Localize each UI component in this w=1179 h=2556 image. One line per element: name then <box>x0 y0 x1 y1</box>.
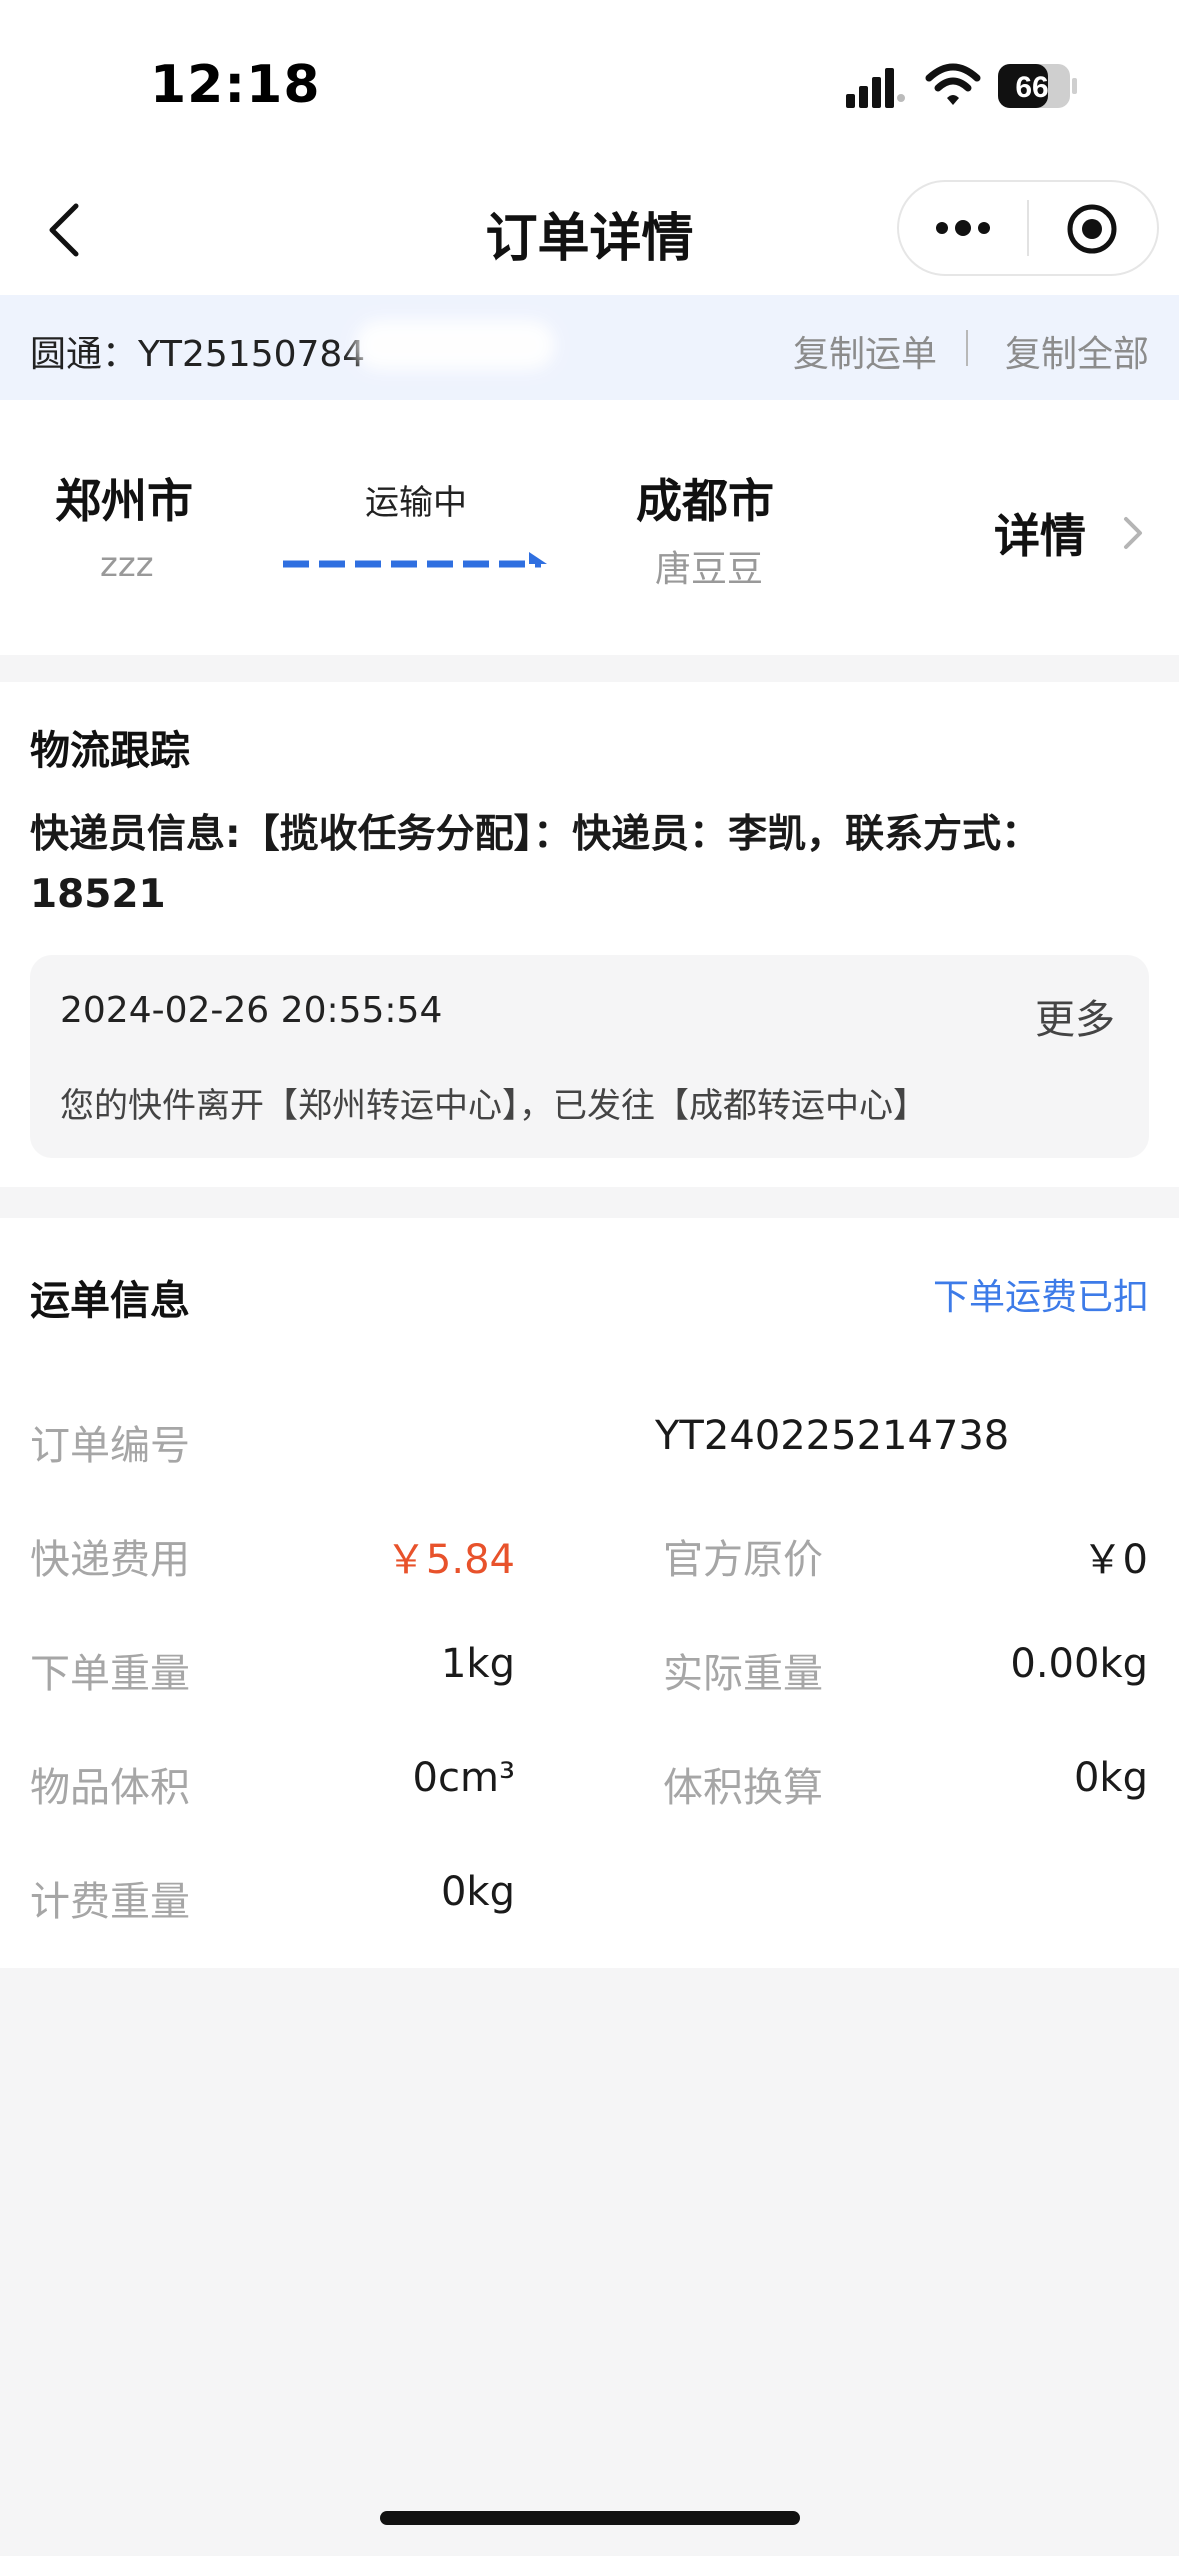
sender-name: zzz <box>100 545 154 585</box>
battery-icon: 66 <box>998 64 1077 108</box>
more-icon[interactable] <box>932 206 994 250</box>
latest-event-box[interactable] <box>30 955 1149 1158</box>
carrier-tracking-number: 圆通：YT25150784 <box>30 334 366 375</box>
volume-conversion-label: 体积换算 <box>663 1765 823 1811</box>
original-price-value: ￥0 <box>1082 1537 1148 1583</box>
status-time: 12:18 <box>150 55 321 115</box>
copy-all-button[interactable]: 复制全部 <box>1005 325 1149 377</box>
route-detail-link[interactable]: 详情 <box>994 500 1086 566</box>
close-target-icon[interactable] <box>1065 202 1119 256</box>
wifi-icon <box>925 63 981 105</box>
home-indicator[interactable] <box>380 2511 800 2525</box>
volume-conversion-value: 0kg <box>1073 1755 1148 1801</box>
actual-weight-value: 0.00kg <box>1010 1641 1148 1687</box>
order-weight-label: 下单重量 <box>30 1651 190 1697</box>
billing-weight-value: 0kg <box>440 1869 515 1915</box>
cellular-signal-icon <box>846 68 905 108</box>
order-number-label: 订单编号 <box>30 1423 190 1469</box>
billing-weight-label: 计费重量 <box>30 1879 190 1925</box>
battery-level: 66 <box>1015 71 1048 104</box>
order-weight-value: 1kg <box>440 1641 515 1687</box>
chevron-right-icon[interactable] <box>1118 513 1148 553</box>
more-events-button[interactable]: 更多 <box>1035 987 1115 1045</box>
dashed-arrow-icon <box>283 552 547 568</box>
privacy-mask <box>1030 1408 1179 1463</box>
order-number-value: YT240225214738 <box>655 1413 1010 1459</box>
copy-divider <box>966 330 968 366</box>
origin-city: 郑州市 <box>55 474 193 528</box>
event-time: 2024-02-26 20:55:54 <box>60 990 443 1031</box>
courier-info-line1: 快递员信息:【揽收任务分配】：快递员：李凯，联系方式： <box>30 812 1041 857</box>
recipient-name: 唐豆豆 <box>655 549 764 590</box>
payment-status: 下单运费已扣 <box>932 1277 1149 1318</box>
volume-value: 0cm³ <box>412 1755 515 1801</box>
destination-city: 成都市 <box>636 474 774 528</box>
copy-waybill-button[interactable]: 复制运单 <box>793 325 937 377</box>
privacy-mask <box>355 320 555 370</box>
actual-weight-label: 实际重量 <box>663 1651 823 1697</box>
waybill-title: 运单信息 <box>30 1278 190 1324</box>
volume-label: 物品体积 <box>30 1765 190 1811</box>
logistics-title: 物流跟踪 <box>30 728 190 774</box>
capsule-divider <box>1027 200 1029 256</box>
original-price-label: 官方原价 <box>663 1537 823 1583</box>
event-description: 您的快件离开【郑州转运中心】，已发往【成都转运中心】 <box>60 1086 927 1126</box>
fee-value: ￥5.84 <box>385 1537 515 1583</box>
privacy-mask <box>175 862 265 910</box>
fee-label: 快递费用 <box>30 1537 190 1583</box>
waybill-card <box>0 1218 1179 1968</box>
shipment-status: 运输中 <box>365 483 467 523</box>
